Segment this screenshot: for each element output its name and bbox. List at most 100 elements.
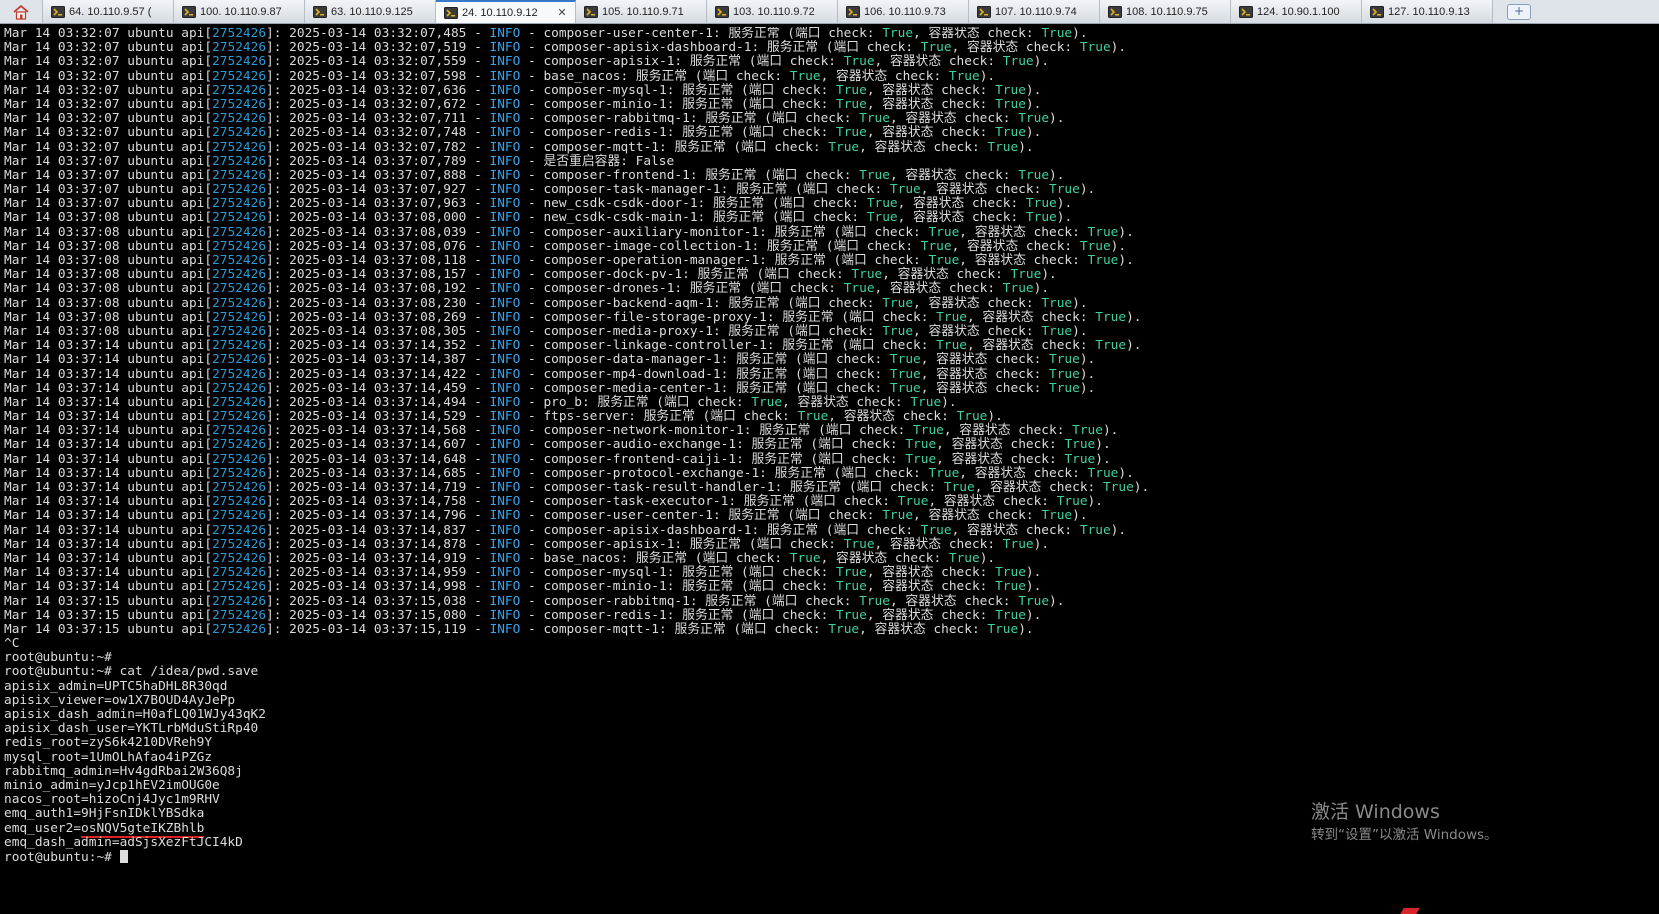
log-container-check-value: True bbox=[1087, 253, 1119, 268]
log-port-check-label: 端口 check bbox=[748, 96, 821, 112]
log-process: api bbox=[181, 54, 205, 70]
session-tab[interactable]: 24. 10.110.9.12 ✕ bbox=[436, 0, 576, 23]
log-port-check-value: True bbox=[936, 338, 967, 354]
log-status: 服务正常 bbox=[766, 522, 819, 538]
log-status: 服务正常 bbox=[682, 125, 734, 141]
session-tab[interactable]: 106. 10.110.9.73 bbox=[838, 0, 969, 23]
log-level: INFO bbox=[489, 550, 521, 566]
log-line: Mar 14 03:37:14 ubuntu api[2752426]: 202… bbox=[4, 579, 1042, 595]
log-pid: 2752426 bbox=[212, 54, 267, 70]
terminal-session-icon bbox=[444, 6, 458, 19]
log-level: INFO bbox=[489, 480, 521, 495]
shell-text: apisix_dash_user=YKTLrbMduStiRp40 bbox=[4, 721, 259, 737]
log-port-check-label: 端口 check bbox=[802, 366, 875, 382]
log-container-check-label: 容器状态 check bbox=[928, 295, 1026, 311]
log-container-check-label: 容器状态 check bbox=[882, 82, 980, 98]
log-port-check-label: 端口 check bbox=[702, 550, 775, 566]
log-container-check-value: True bbox=[987, 621, 1019, 637]
log-line: Mar 14 03:37:14 ubuntu api[2752426]: 202… bbox=[4, 352, 1096, 368]
log-message: base_nacos bbox=[543, 68, 621, 84]
log-pid: 2752426 bbox=[212, 96, 267, 112]
session-tab[interactable]: 64. 10.110.9.57 ( bbox=[43, 0, 174, 23]
log-port-check-value: True bbox=[905, 437, 937, 453]
log-message: composer-frontend-1 bbox=[543, 167, 690, 183]
log-status: 服务正常 bbox=[736, 366, 788, 382]
log-line: Mar 14 03:37:08 ubuntu api[2752426]: 202… bbox=[4, 323, 1088, 339]
log-process: api bbox=[181, 267, 205, 283]
session-tabs: 64. 10.110.9.57 (100. 10.110.9.87 63. 10.… bbox=[43, 0, 1493, 23]
log-container-check-value: True bbox=[1072, 423, 1103, 439]
log-container-check-value: True bbox=[948, 68, 980, 84]
log-container-check-value: True bbox=[1087, 465, 1119, 481]
log-datetime: 2025-03-14 03:37:14,607 bbox=[289, 437, 467, 453]
log-port-check-value: True bbox=[889, 366, 921, 382]
log-container-check-label: 容器状态 check bbox=[982, 309, 1080, 325]
log-datetime: 2025-03-14 03:37:07,963 bbox=[289, 196, 467, 212]
log-container-check-label: 容器状态 check bbox=[959, 423, 1057, 439]
session-tab[interactable]: 100. 10.110.9.87 bbox=[174, 0, 305, 23]
home-tab[interactable] bbox=[0, 0, 43, 23]
session-tab[interactable]: 127. 10.110.9.13 bbox=[1362, 0, 1493, 23]
log-container-check-label: 容器状态 check bbox=[951, 437, 1050, 453]
log-container-check-value: True bbox=[1025, 196, 1057, 212]
shell-line: root@ubuntu:~# bbox=[4, 651, 1659, 665]
log-datetime: 2025-03-14 03:32:07,672 bbox=[289, 96, 467, 112]
log-host: ubuntu bbox=[127, 182, 174, 198]
shell-line: minio_admin=yJcp1hEV2imOUG0e bbox=[4, 778, 1659, 793]
log-syslog-time: Mar 14 03:37:07 bbox=[4, 196, 120, 212]
log-container-check-label: 容器状态 check bbox=[951, 451, 1050, 467]
log-syslog-time: Mar 14 03:32:07 bbox=[4, 139, 120, 155]
log-datetime: 2025-03-14 03:37:14,837 bbox=[289, 522, 467, 538]
log-status: 服务正常 bbox=[597, 394, 649, 410]
log-host: ubuntu bbox=[127, 281, 174, 297]
terminal-session-icon bbox=[182, 5, 196, 18]
log-process: api bbox=[181, 309, 205, 325]
session-tab[interactable]: 103. 10.110.9.72 bbox=[707, 0, 838, 23]
log-message: composer-frontend-caiji-1 bbox=[543, 451, 737, 467]
log-port-check-value: True bbox=[897, 494, 929, 510]
log-line: Mar 14 03:37:14 ubuntu api[2752426]: 202… bbox=[4, 508, 1088, 524]
log-container-check-value: True bbox=[1010, 267, 1042, 283]
log-level: INFO bbox=[489, 153, 521, 169]
log-status: 服务正常 bbox=[689, 54, 742, 70]
new-tab-button[interactable]: + bbox=[1499, 0, 1539, 23]
shell-line: ^C bbox=[4, 636, 1659, 651]
log-pid: 2752426 bbox=[212, 167, 267, 183]
terminal-session-icon bbox=[51, 5, 65, 18]
log-port-check-value: True bbox=[889, 182, 921, 198]
session-tab[interactable]: 105. 10.110.9.71 bbox=[576, 0, 707, 23]
session-tab[interactable]: 124. 10.90.1.100 bbox=[1231, 0, 1362, 23]
log-message: composer-mqtt-1 bbox=[543, 139, 660, 155]
windows-activation-watermark: 激活 Windows 转到“设置”以激活 Windows。 bbox=[1311, 800, 1498, 844]
log-level: INFO bbox=[489, 394, 521, 410]
log-process: api bbox=[181, 295, 205, 311]
log-message: composer-task-executor-1 bbox=[543, 494, 729, 510]
log-port-check-label: 端口 check bbox=[702, 68, 775, 84]
session-tab[interactable]: 108. 10.110.9.75 bbox=[1100, 0, 1231, 23]
log-port-check-value: True bbox=[828, 621, 860, 637]
log-host: ubuntu bbox=[127, 494, 174, 510]
log-port-check-value: True bbox=[889, 380, 921, 396]
session-tab[interactable]: 63. 10.110.9.125 bbox=[305, 0, 436, 23]
log-syslog-time: Mar 14 03:37:07 bbox=[4, 153, 120, 169]
log-port-check-value: True bbox=[836, 96, 867, 112]
close-icon[interactable]: ✕ bbox=[555, 6, 569, 19]
log-process: api bbox=[181, 68, 205, 84]
shell-text: root@ubuntu:~# cat /idea/pwd.save bbox=[4, 664, 259, 680]
log-level: INFO bbox=[489, 40, 521, 56]
terminal-output[interactable]: Mar 14 03:32:07 ubuntu api[2752426]: 202… bbox=[4, 27, 1659, 914]
log-pid: 2752426 bbox=[212, 309, 267, 325]
log-host: ubuntu bbox=[127, 437, 174, 453]
log-container-check-value: True bbox=[1002, 54, 1034, 70]
log-pid: 2752426 bbox=[212, 238, 267, 254]
log-container-check-value: True bbox=[1079, 40, 1111, 56]
log-container-check-label: 容器状态 check bbox=[913, 210, 1011, 226]
log-host: ubuntu bbox=[127, 82, 174, 98]
log-pid: 2752426 bbox=[212, 68, 267, 84]
session-tab[interactable]: 107. 10.110.9.74 bbox=[969, 0, 1100, 23]
log-host: ubuntu bbox=[127, 423, 174, 439]
log-container-check-label: 容器状态 check bbox=[882, 565, 980, 581]
log-port-check-value: True bbox=[751, 394, 783, 410]
log-host: ubuntu bbox=[127, 522, 174, 538]
log-datetime: 2025-03-14 03:37:14,959 bbox=[289, 565, 467, 581]
